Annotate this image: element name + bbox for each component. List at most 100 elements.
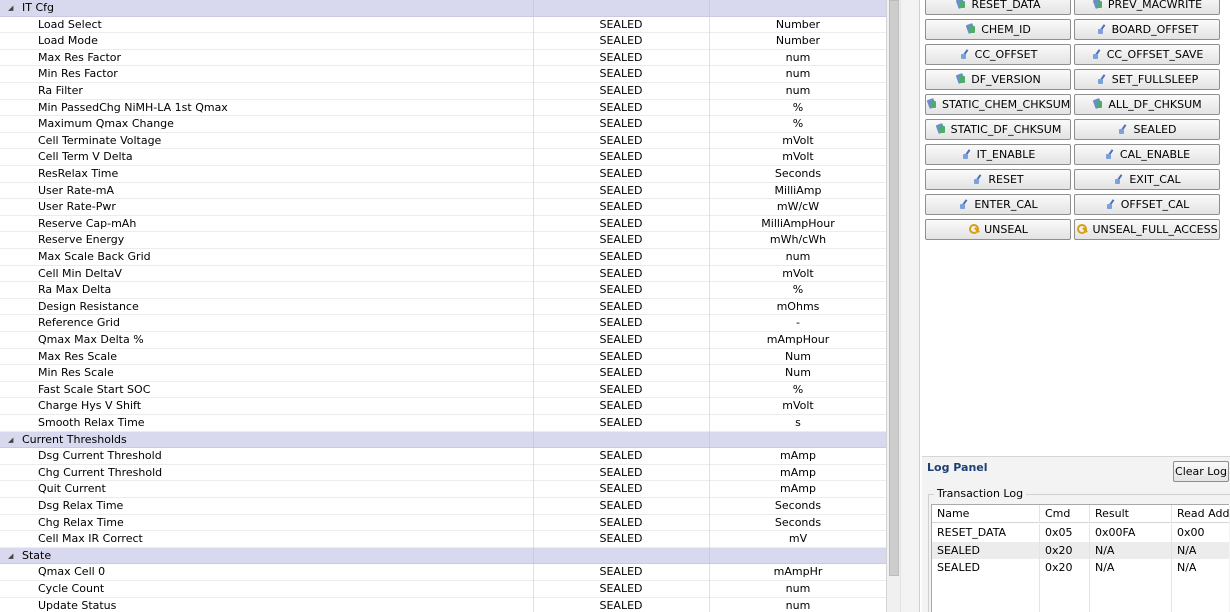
data-flash-row[interactable]: Dsg Relax Time SEALED Seconds (0, 498, 886, 515)
board-offset-button[interactable]: BOARD_OFFSET (1074, 19, 1220, 40)
unseal-full-access-button[interactable]: UNSEAL_FULL_ACCESS (1074, 219, 1220, 240)
access-level: SEALED (533, 415, 708, 432)
parameter-name: Reserve Cap-mAh (38, 216, 137, 230)
log-header-row[interactable]: Name Cmd Result Read Addr (932, 505, 1229, 523)
command-label: RESET_DATA (971, 0, 1041, 11)
transaction-log-table[interactable]: Name Cmd Result Read Addr RESET_DATA 0x05 0x00… (931, 504, 1229, 612)
reset-data-button[interactable]: RESET_DATA (925, 0, 1071, 15)
cc-offset-save-button[interactable]: CC_OFFSET_SAVE (1074, 44, 1220, 65)
set-fullsleep-button[interactable]: SET_FULLSLEEP (1074, 69, 1220, 90)
access-level: SEALED (533, 49, 708, 67)
data-flash-row[interactable]: Max Res Factor SEALED num (0, 49, 886, 67)
data-flash-row[interactable]: Update Status SEALED num (0, 597, 886, 612)
it-enable-button[interactable]: IT_ENABLE (925, 144, 1071, 165)
chem-id-button[interactable]: CHEM_ID (925, 19, 1071, 40)
group-row[interactable]: ◢ State (0, 547, 886, 565)
data-flash-row[interactable]: User Rate-Pwr SEALED mW/cW (0, 199, 886, 216)
parameter-unit: mVolt (709, 398, 886, 415)
data-flash-row[interactable]: Quit Current SEALED mAmp (0, 481, 886, 498)
data-flash-row[interactable]: Fast Scale Start SOC SEALED% (0, 381, 886, 399)
data-flash-row[interactable]: Reference Grid SEALED - (0, 315, 886, 332)
stack-icon (955, 0, 967, 10)
clear-log-button[interactable]: Clear Log (1173, 461, 1229, 482)
parameter-name: Max Res Scale (38, 349, 117, 363)
collapse-triangle-icon[interactable]: ◢ (8, 548, 13, 565)
command-label: STATIC_DF_CHKSUM (950, 123, 1062, 136)
scrollbar-thumb[interactable] (889, 0, 899, 576)
access-level: SEALED (533, 199, 708, 216)
all-df-chksum-button[interactable]: ALL_DF_CHKSUM (1074, 94, 1220, 115)
group-unit-cell (709, 547, 886, 565)
parameter-name: Quit Current (38, 482, 106, 496)
log-row[interactable]: SEALED 0x20 N/A N/A (932, 559, 1229, 577)
enter-cal-button[interactable]: ENTER_CAL (925, 194, 1071, 215)
data-flash-row[interactable]: Min PassedChg NiMH-LA 1st Qmax SEALED% (0, 99, 886, 117)
vertical-scrollbar[interactable] (886, 0, 900, 612)
parameter-name: Smooth Relax Time (38, 416, 145, 429)
parameter-unit: Num (709, 348, 886, 366)
data-flash-row[interactable]: Cell Term V Delta SEALED mVolt (0, 149, 886, 166)
data-flash-row[interactable]: Cell Min DeltaV SEALED mVolt (0, 265, 886, 283)
command-label: CHEM_ID (981, 23, 1031, 36)
cal-enable-button[interactable]: CAL_ENABLE (1074, 144, 1220, 165)
data-flash-row[interactable]: User Rate-mA SEALED MilliAmp (0, 182, 886, 200)
group-name: IT Cfg (22, 1, 54, 14)
data-flash-row[interactable]: Maximum Qmax Change SEALED% (0, 116, 886, 133)
log-cell: N/A (1177, 543, 1197, 557)
data-flash-row[interactable]: Max Scale Back Grid SEALED num (0, 249, 886, 266)
access-level: SEALED (533, 116, 708, 133)
log-cell: N/A (1090, 559, 1172, 577)
log-cell: SEALED (932, 559, 1040, 577)
data-flash-row[interactable]: Ra Max Delta SEALED% (0, 282, 886, 299)
log-cell: N/A (1177, 561, 1197, 574)
command-label: IT_ENABLE (976, 148, 1036, 161)
data-flash-row[interactable]: Ra Filter SEALED num (0, 83, 886, 100)
prev-macwrite-button[interactable]: PREV_MACWRITE (1074, 0, 1220, 15)
data-flash-row[interactable]: Chg Relax Time SEALED Seconds (0, 514, 886, 532)
static-chem-chksum-button[interactable]: STATIC_CHEM_CHKSUM (925, 94, 1071, 115)
unseal-button[interactable]: UNSEAL (925, 219, 1071, 240)
command-label: BOARD_OFFSET (1111, 23, 1199, 36)
data-flash-row[interactable]: Qmax Max Delta % SEALED mAmpHour (0, 332, 886, 349)
offset-cal-button[interactable]: OFFSET_CAL (1074, 194, 1220, 215)
data-flash-row[interactable]: Cell Max IR Correct SEALED mV (0, 531, 886, 548)
group-row[interactable]: ◢ Current Thresholds (0, 431, 886, 449)
data-flash-row[interactable]: Load Mode SEALED Number (0, 33, 886, 50)
log-column-header: Result (1090, 505, 1172, 523)
log-row[interactable]: SEALED 0x20 N/A N/A (932, 541, 1229, 559)
exit-cal-button[interactable]: EXIT_CAL (1074, 169, 1220, 190)
cc-offset-button[interactable]: CC_OFFSET (925, 44, 1071, 65)
parameter-unit: mAmp (709, 464, 886, 482)
access-level: SEALED (533, 232, 708, 249)
data-flash-row[interactable]: Min Res Scale SEALED Num (0, 365, 886, 382)
parameter-name: Min Res Scale (38, 366, 114, 380)
access-level: SEALED (533, 83, 708, 100)
command-panel: RESET_DATA PREV_MACWRITE CHEM_ID BOARD_OFFS… (920, 0, 1230, 612)
data-flash-row[interactable]: Max Res Scale SEALED Num (0, 348, 886, 366)
reset-button[interactable]: RESET (925, 169, 1071, 190)
collapse-triangle-icon[interactable]: ◢ (8, 0, 13, 17)
group-row[interactable]: ◢ IT Cfg (0, 0, 886, 17)
data-flash-row[interactable]: Smooth Relax Time SEALED s (0, 415, 886, 432)
data-flash-row[interactable]: Cycle Count SEALED num (0, 581, 886, 598)
data-flash-row[interactable]: Reserve Energy SEALED mWh/cWh (0, 232, 886, 249)
df-version-button[interactable]: DF_VERSION (925, 69, 1071, 90)
data-flash-row[interactable]: ResRelax Time SEALED Seconds (0, 166, 886, 183)
sealed-button[interactable]: SEALED (1074, 119, 1220, 140)
data-flash-row[interactable]: Chg Current Threshold SEALED mAmp (0, 464, 886, 482)
static-df-chksum-button[interactable]: STATIC_DF_CHKSUM (925, 119, 1071, 140)
log-column-header: Name (932, 505, 1040, 523)
parameter-unit: MilliAmpHour (709, 215, 886, 233)
panel-splitter[interactable] (900, 0, 920, 612)
log-row[interactable]: RESET_DATA 0x05 0x00FA 0x00 (932, 524, 1229, 542)
data-flash-row[interactable]: Dsg Current Threshold SEALED mAmp (0, 448, 886, 465)
data-flash-row[interactable]: Cell Terminate Voltage SEALED mVolt (0, 132, 886, 150)
data-flash-row[interactable]: Reserve Cap-mAh SEALED MilliAmpHour (0, 215, 886, 233)
data-flash-row[interactable]: Qmax Cell 0 SEALED mAmpHr (0, 564, 886, 581)
stack-icon (1092, 98, 1104, 110)
data-flash-row[interactable]: Design Resistance SEALED mOhms (0, 298, 886, 316)
collapse-triangle-icon[interactable]: ◢ (8, 432, 13, 449)
data-flash-row[interactable]: Charge Hys V Shift SEALED mVolt (0, 398, 886, 415)
data-flash-row[interactable]: Load Select SEALED Number (0, 16, 886, 34)
data-flash-row[interactable]: Min Res Factor SEALED num (0, 66, 886, 83)
